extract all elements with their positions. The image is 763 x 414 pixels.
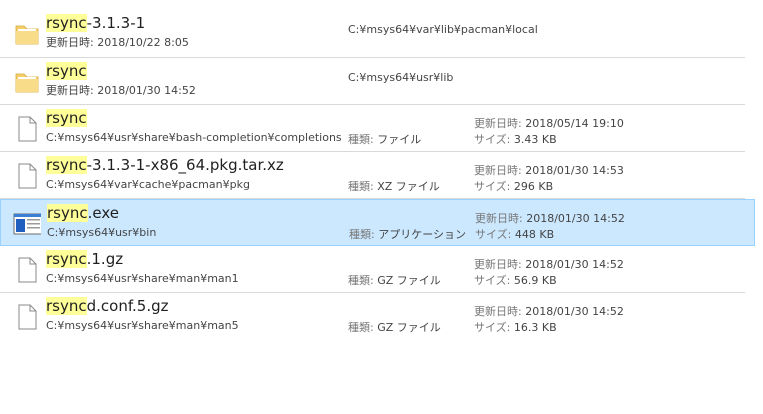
- item-modified: 更新日時: 2018/01/30 14:52: [474, 258, 624, 271]
- item-name: rsync-3.1.3-1: [46, 14, 146, 32]
- item-path: C:¥msys64¥usr¥share¥man¥man1: [46, 272, 239, 285]
- item-path: C:¥msys64¥usr¥share¥man¥man5: [46, 319, 239, 332]
- item-path: C:¥msys64¥var¥cache¥pacman¥pkg: [46, 178, 250, 191]
- result-row-folder-rsync[interactable]: rsync 更新日時: 2018/01/30 14:52 C:¥msys64¥u…: [0, 58, 745, 105]
- item-modified: 更新日時: 2018/05/14 19:10: [474, 117, 624, 130]
- application-icon: [13, 213, 41, 235]
- item-name: rsync.1.gz: [46, 250, 124, 268]
- result-row-file-rsync-1-gz[interactable]: rsync.1.gz C:¥msys64¥usr¥share¥man¥man1 …: [0, 246, 745, 293]
- result-row-file-rsync[interactable]: rsync C:¥msys64¥usr¥share¥bash-completio…: [0, 105, 745, 152]
- file-icon: [18, 304, 37, 330]
- item-size: サイズ: 16.3 KB: [474, 321, 557, 334]
- item-name: rsyncd.conf.5.gz: [46, 297, 169, 315]
- item-size: サイズ: 3.43 KB: [474, 133, 557, 146]
- item-kind: 種類: ファイル: [348, 133, 422, 146]
- item-path: C:¥msys64¥usr¥bin: [47, 226, 157, 239]
- item-modified: 更新日時: 2018/01/30 14:53: [474, 164, 624, 177]
- item-path: C:¥msys64¥usr¥share¥bash-completion¥comp…: [46, 131, 342, 144]
- item-kind: 種類: XZ ファイル: [348, 180, 440, 193]
- item-name: rsync: [46, 62, 87, 80]
- folder-icon: [15, 25, 39, 45]
- item-modified: 更新日時: 2018/01/30 14:52: [474, 305, 624, 318]
- item-kind: 種類: アプリケーション: [349, 228, 466, 241]
- result-row-file-rsyncd-conf-gz[interactable]: rsyncd.conf.5.gz C:¥msys64¥usr¥share¥man…: [0, 293, 745, 340]
- search-results-list: rsync-3.1.3-1 更新日時: 2018/10/22 8:05 C:¥m…: [0, 10, 755, 340]
- item-size: サイズ: 448 KB: [475, 228, 555, 241]
- file-icon: [18, 257, 37, 283]
- item-name: rsync: [46, 109, 87, 127]
- item-modified: 更新日時: 2018/01/30 14:52: [46, 84, 196, 97]
- item-name: rsync.exe: [47, 204, 120, 222]
- item-kind: 種類: GZ ファイル: [348, 321, 441, 334]
- file-icon: [18, 163, 37, 189]
- item-modified: 更新日時: 2018/10/22 8:05: [46, 36, 189, 49]
- item-kind: 種類: GZ ファイル: [348, 274, 441, 287]
- item-modified: 更新日時: 2018/01/30 14:52: [475, 212, 625, 225]
- result-row-file-rsync-pkg[interactable]: rsync-3.1.3-1-x86_64.pkg.tar.xz C:¥msys6…: [0, 152, 745, 199]
- item-size: サイズ: 296 KB: [474, 180, 554, 193]
- result-row-folder-rsync-3.1.3-1[interactable]: rsync-3.1.3-1 更新日時: 2018/10/22 8:05 C:¥m…: [0, 10, 745, 58]
- item-location: C:¥msys64¥var¥lib¥pacman¥local: [348, 23, 538, 36]
- item-size: サイズ: 56.9 KB: [474, 274, 557, 287]
- folder-icon: [15, 73, 39, 93]
- file-icon: [18, 116, 37, 142]
- item-location: C:¥msys64¥usr¥lib: [348, 71, 454, 84]
- item-name: rsync-3.1.3-1-x86_64.pkg.tar.xz: [46, 156, 284, 174]
- result-row-file-rsync-exe[interactable]: rsync.exe C:¥msys64¥usr¥bin 種類: アプリケーション…: [0, 199, 755, 246]
